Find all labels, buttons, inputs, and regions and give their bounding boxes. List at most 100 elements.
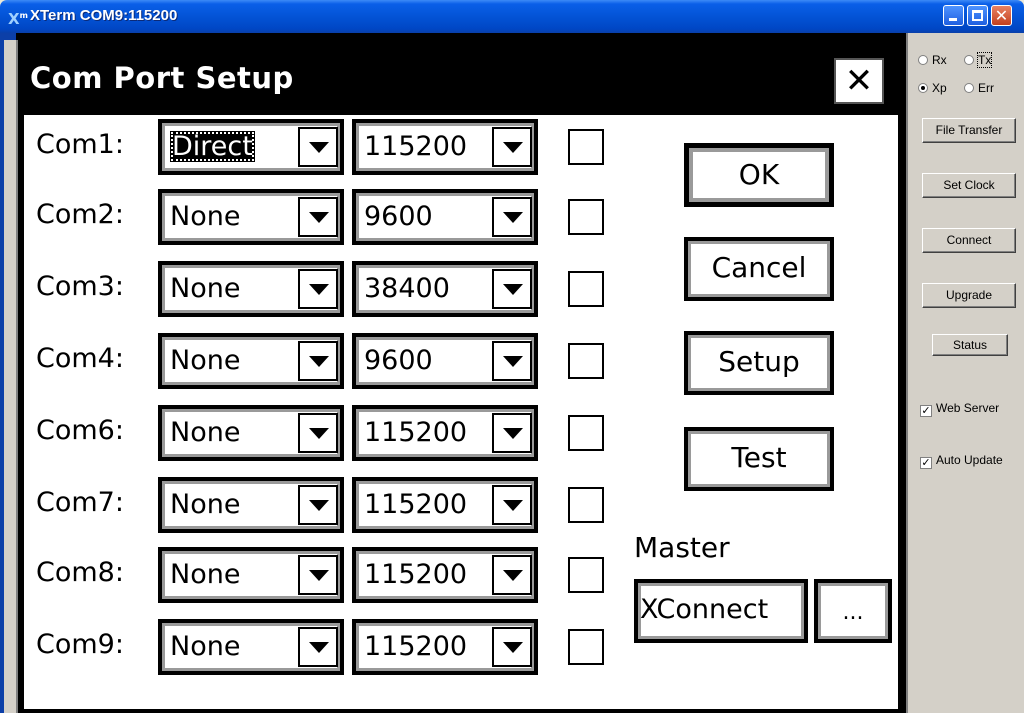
- chevron-down-icon[interactable]: [298, 269, 338, 309]
- radio-tx-label: Tx: [976, 52, 993, 68]
- master-field[interactable]: XConnect: [634, 579, 808, 643]
- maximize-button[interactable]: [967, 5, 988, 26]
- chevron-down-icon[interactable]: [492, 627, 532, 667]
- chevron-down-icon[interactable]: [298, 341, 338, 381]
- com-enable-checkbox[interactable]: [568, 487, 604, 523]
- chevron-down-icon[interactable]: [298, 555, 338, 595]
- chevron-down-icon[interactable]: [298, 197, 338, 237]
- com-row: Com3: None 38400: [24, 261, 624, 321]
- com-row: Com1: Direct 115200: [24, 119, 624, 179]
- com-label: Com8:: [36, 557, 124, 588]
- baud-value: 38400: [364, 273, 450, 304]
- baud-value: 9600: [364, 201, 433, 232]
- baud-dropdown[interactable]: 115200: [352, 477, 538, 533]
- close-icon: ✕: [844, 61, 874, 101]
- baud-dropdown[interactable]: 115200: [352, 619, 538, 675]
- window-close-button[interactable]: ✕: [991, 5, 1012, 26]
- radio-tx-dot: [964, 55, 974, 65]
- port-value: None: [170, 417, 241, 448]
- com-enable-checkbox[interactable]: [568, 129, 604, 165]
- baud-dropdown[interactable]: 115200: [352, 547, 538, 603]
- com-enable-checkbox[interactable]: [568, 557, 604, 593]
- com-enable-checkbox[interactable]: [568, 415, 604, 451]
- ok-button[interactable]: OK: [684, 143, 834, 207]
- port-dropdown[interactable]: None: [158, 333, 344, 389]
- baud-dropdown[interactable]: 9600: [352, 333, 538, 389]
- baud-dropdown[interactable]: 9600: [352, 189, 538, 245]
- port-value: None: [170, 201, 241, 232]
- radio-xp-dot: [918, 83, 928, 93]
- title-bar[interactable]: Xm XTerm COM9:115200 ✕: [0, 0, 1024, 33]
- master-browse-button[interactable]: ...: [814, 579, 892, 643]
- com-port-setup-dialog: Com Port Setup ✕ Com1: Direct 115200 Com2: N…: [20, 43, 902, 713]
- chevron-down-icon[interactable]: [298, 485, 338, 525]
- connect-button[interactable]: Connect: [922, 228, 1016, 253]
- com-row: Com2: None 9600: [24, 189, 624, 249]
- com-label: Com2:: [36, 199, 124, 230]
- port-dropdown[interactable]: None: [158, 189, 344, 245]
- radio-rx-label: Rx: [932, 53, 947, 67]
- port-dropdown[interactable]: Direct: [158, 119, 344, 175]
- status-button[interactable]: Status: [932, 334, 1008, 356]
- port-dropdown[interactable]: None: [158, 547, 344, 603]
- chevron-down-icon[interactable]: [492, 127, 532, 167]
- com-enable-checkbox[interactable]: [568, 271, 604, 307]
- port-dropdown[interactable]: None: [158, 405, 344, 461]
- baud-value: 115200: [364, 631, 468, 662]
- com-label: Com9:: [36, 629, 124, 660]
- radio-xp[interactable]: Xp: [918, 81, 947, 95]
- radio-tx[interactable]: Tx: [964, 52, 993, 68]
- chevron-down-icon[interactable]: [492, 197, 532, 237]
- port-value: None: [170, 631, 241, 662]
- com-enable-checkbox[interactable]: [568, 199, 604, 235]
- chevron-down-icon[interactable]: [298, 127, 338, 167]
- com-label: Com1:: [36, 129, 124, 160]
- com-label: Com6:: [36, 415, 124, 446]
- radio-err[interactable]: Err: [964, 81, 994, 95]
- cancel-button[interactable]: Cancel: [684, 237, 834, 301]
- baud-value: 115200: [364, 489, 468, 520]
- port-dropdown[interactable]: None: [158, 619, 344, 675]
- upgrade-button[interactable]: Upgrade: [922, 283, 1016, 308]
- chevron-down-icon[interactable]: [492, 485, 532, 525]
- chevron-down-icon[interactable]: [492, 413, 532, 453]
- dialog-header: Com Port Setup ✕: [24, 47, 898, 115]
- setup-button[interactable]: Setup: [684, 331, 834, 395]
- baud-dropdown[interactable]: 115200: [352, 405, 538, 461]
- com-row: Com9: None 115200: [24, 619, 624, 679]
- baud-dropdown[interactable]: 38400: [352, 261, 538, 317]
- window-title: XTerm COM9:115200: [30, 7, 178, 24]
- set-clock-button[interactable]: Set Clock: [922, 173, 1016, 198]
- port-value: Direct: [170, 131, 255, 162]
- chevron-down-icon[interactable]: [492, 341, 532, 381]
- baud-value: 115200: [364, 131, 468, 162]
- chevron-down-icon[interactable]: [492, 555, 532, 595]
- radio-rx[interactable]: Rx: [918, 53, 947, 67]
- port-dropdown[interactable]: None: [158, 477, 344, 533]
- baud-value: 115200: [364, 417, 468, 448]
- dialog-title: Com Port Setup: [30, 61, 294, 95]
- web-server-checkbox[interactable]: ✓ Web Server: [920, 401, 999, 417]
- com-enable-checkbox[interactable]: [568, 343, 604, 379]
- chevron-down-icon[interactable]: [298, 627, 338, 667]
- chevron-down-icon[interactable]: [492, 269, 532, 309]
- minimize-button[interactable]: [943, 5, 964, 26]
- close-icon: ✕: [994, 6, 1009, 25]
- auto-update-check-icon: ✓: [920, 457, 932, 469]
- com-row: Com4: None 9600: [24, 333, 624, 393]
- port-value: None: [170, 559, 241, 590]
- radio-err-label: Err: [978, 81, 994, 95]
- port-dropdown[interactable]: None: [158, 261, 344, 317]
- file-transfer-button[interactable]: File Transfer: [922, 118, 1016, 143]
- side-panel: Rx Tx Xp Err File Transfer Set Clock Con…: [906, 33, 1024, 713]
- auto-update-checkbox[interactable]: ✓ Auto Update: [920, 453, 1003, 469]
- chevron-down-icon[interactable]: [298, 413, 338, 453]
- com-enable-checkbox[interactable]: [568, 629, 604, 665]
- app-icon: Xm: [8, 10, 28, 28]
- radio-err-dot: [964, 83, 974, 93]
- dialog-close-button[interactable]: ✕: [834, 58, 884, 104]
- port-value: None: [170, 489, 241, 520]
- test-button[interactable]: Test: [684, 427, 834, 491]
- baud-dropdown[interactable]: 115200: [352, 119, 538, 175]
- frame-left-strip: [4, 40, 18, 713]
